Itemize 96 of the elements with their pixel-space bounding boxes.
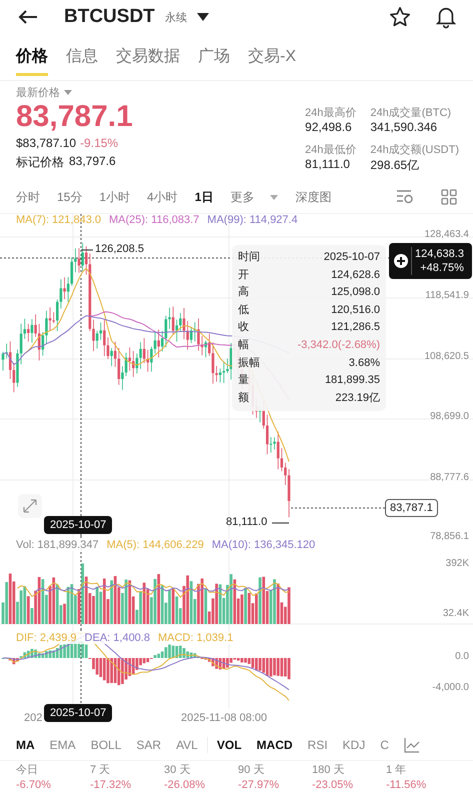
more-dropdown[interactable]: 更多 xyxy=(230,188,278,206)
symbol-title: BTCUSDT xyxy=(64,6,155,28)
macd-legend: MACD: 1,039.1 xyxy=(158,632,234,644)
axis-label: 98,699.0 xyxy=(430,411,469,422)
axis-label: 32.4K xyxy=(442,608,469,619)
interval-tab[interactable]: 4小时 xyxy=(147,188,178,206)
indicator-tab[interactable]: C xyxy=(380,738,389,752)
indicator-tab[interactable]: MACD xyxy=(256,738,293,752)
price-label: 最新价格 xyxy=(16,86,60,100)
contract-label: 永续 xyxy=(164,10,187,24)
macd-legend: DIF: 2,439.9 xyxy=(16,632,77,644)
tooltip-value: 120,516.0 xyxy=(331,302,380,318)
tooltip-value: 121,286.5 xyxy=(331,320,380,336)
tooltip-label: 收 xyxy=(238,320,249,336)
tooltip-value: 2025-10-07 xyxy=(324,250,380,265)
crosshair-price: 124,638.3 xyxy=(415,247,464,261)
nav-tab[interactable]: 信息 xyxy=(66,46,98,76)
period-change: -27.97% xyxy=(238,778,280,793)
axis-label: 202 xyxy=(24,712,42,724)
volume-legend: Vol: 181,899.347 xyxy=(16,539,99,551)
stat-value: 92,498.6 xyxy=(305,120,353,134)
tooltip-value: 3.68% xyxy=(348,356,380,371)
nav-tab[interactable]: 价格 xyxy=(16,46,48,76)
period-change: -23.05% xyxy=(312,778,354,793)
axis-label: 0.0 xyxy=(455,651,469,662)
tooltip-label: 开 xyxy=(238,268,249,283)
axis-label: 78,856.1 xyxy=(430,531,469,542)
stat-label: 24h最高价 xyxy=(305,106,356,120)
interval-tab[interactable]: 深度图 xyxy=(295,188,332,206)
indicator-tab[interactable]: RSI xyxy=(308,738,328,752)
tooltip-label: 量 xyxy=(238,373,249,388)
interval-tab[interactable]: 1小时 xyxy=(99,188,130,206)
mark-price-label: 标记价格 xyxy=(16,154,64,171)
tooltip-label: 低 xyxy=(238,302,249,318)
period-label: 今日 xyxy=(16,763,39,778)
axis-label: 118,541.9 xyxy=(425,290,469,301)
mark-price: 83,797.6 xyxy=(69,154,116,170)
axis-label: 2025-11-08 08:00 xyxy=(181,712,268,724)
last-price: 83,787.1 xyxy=(16,100,133,134)
crosshair-date: 2025-10-07 xyxy=(44,516,112,534)
low-label: 81,111.0 xyxy=(226,516,268,528)
tooltip-label: 振幅 xyxy=(238,356,260,371)
period-change: -17.32% xyxy=(90,778,132,793)
tooltip-value: 223.19亿 xyxy=(335,390,380,406)
period-change: -6.70% xyxy=(16,778,52,793)
indicator-tab[interactable]: VOL xyxy=(216,738,242,752)
indicator-tab[interactable]: AVL xyxy=(176,738,198,752)
period-label: 30 天 xyxy=(164,763,192,778)
tooltip-label: 时间 xyxy=(238,250,260,265)
period-label: 180 天 xyxy=(312,763,346,778)
stat-label: 24h最低价 xyxy=(305,143,356,157)
period-change: -11.56% xyxy=(386,778,428,793)
stat-value: 341,590.346 xyxy=(370,120,438,134)
axis-label: 108,620.5 xyxy=(424,351,469,362)
tooltip-value: 181,899.35 xyxy=(324,373,380,388)
tooltip-value: 124,628.6 xyxy=(331,268,380,283)
tooltip-label: 幅 xyxy=(238,338,249,353)
macd-legend: DEA: 1,400.8 xyxy=(84,632,150,644)
current-price-tag: 83,787.1 xyxy=(385,499,438,517)
indicator-tab[interactable]: BOLL xyxy=(90,738,122,752)
stat-value: 298.65亿 xyxy=(370,157,420,174)
volume-legend: MA(10): 136,345.120 xyxy=(212,539,316,551)
tooltip-value: 125,098.0 xyxy=(331,285,380,300)
ma-legend: MA(25): 116,083.7 xyxy=(109,214,200,226)
interval-tab[interactable]: 15分 xyxy=(57,188,82,206)
tooltip-label: 高 xyxy=(238,284,249,300)
volume-legend: MA(5): 144,606.229 xyxy=(106,539,204,551)
axis-label: 392K xyxy=(446,558,469,569)
axis-label: 88,777.6 xyxy=(430,472,469,483)
crosshair-change: +48.75% xyxy=(420,261,464,275)
nav-tab[interactable]: 交易数据 xyxy=(116,46,180,76)
period-change: -26.08% xyxy=(164,778,206,793)
indicator-tab[interactable]: KDJ xyxy=(342,738,366,752)
period-label: 90 天 xyxy=(238,763,266,778)
indicator-tab[interactable]: MA xyxy=(16,738,35,752)
nav-tab[interactable]: 广场 xyxy=(198,46,230,76)
stat-label: 24h成交额(USDT) xyxy=(370,142,459,157)
nav-tab[interactable]: 交易-X xyxy=(248,46,296,76)
interval-tab[interactable]: 分时 xyxy=(16,188,40,206)
crosshair-date: 2025-10-07 xyxy=(44,704,112,722)
axis-label: -4,000.0 xyxy=(432,682,469,693)
tooltip-label: 额 xyxy=(238,390,249,406)
tooltip-value: -3,342.0(-2.68%) xyxy=(297,338,380,353)
indicator-tab[interactable]: EMA xyxy=(50,738,76,752)
ma-legend: MA(99): 114,927.4 xyxy=(207,214,298,226)
axis-label: 128,463.4 xyxy=(424,229,469,240)
period-label: 7 天 xyxy=(90,763,112,778)
usd-price: $83,787.10 xyxy=(16,136,76,150)
period-label: 1 年 xyxy=(386,763,408,778)
ma-legend: MA(7): 121,843.0 xyxy=(16,214,101,226)
indicator-tab[interactable]: SAR xyxy=(136,738,162,752)
stat-value: 81,111.0 xyxy=(305,157,351,171)
price-change: -9.15% xyxy=(80,136,118,150)
high-label: 126,208.5 xyxy=(95,243,144,255)
interval-tab[interactable]: 1日 xyxy=(194,188,214,206)
stat-label: 24h成交量(BTC) xyxy=(370,106,452,120)
